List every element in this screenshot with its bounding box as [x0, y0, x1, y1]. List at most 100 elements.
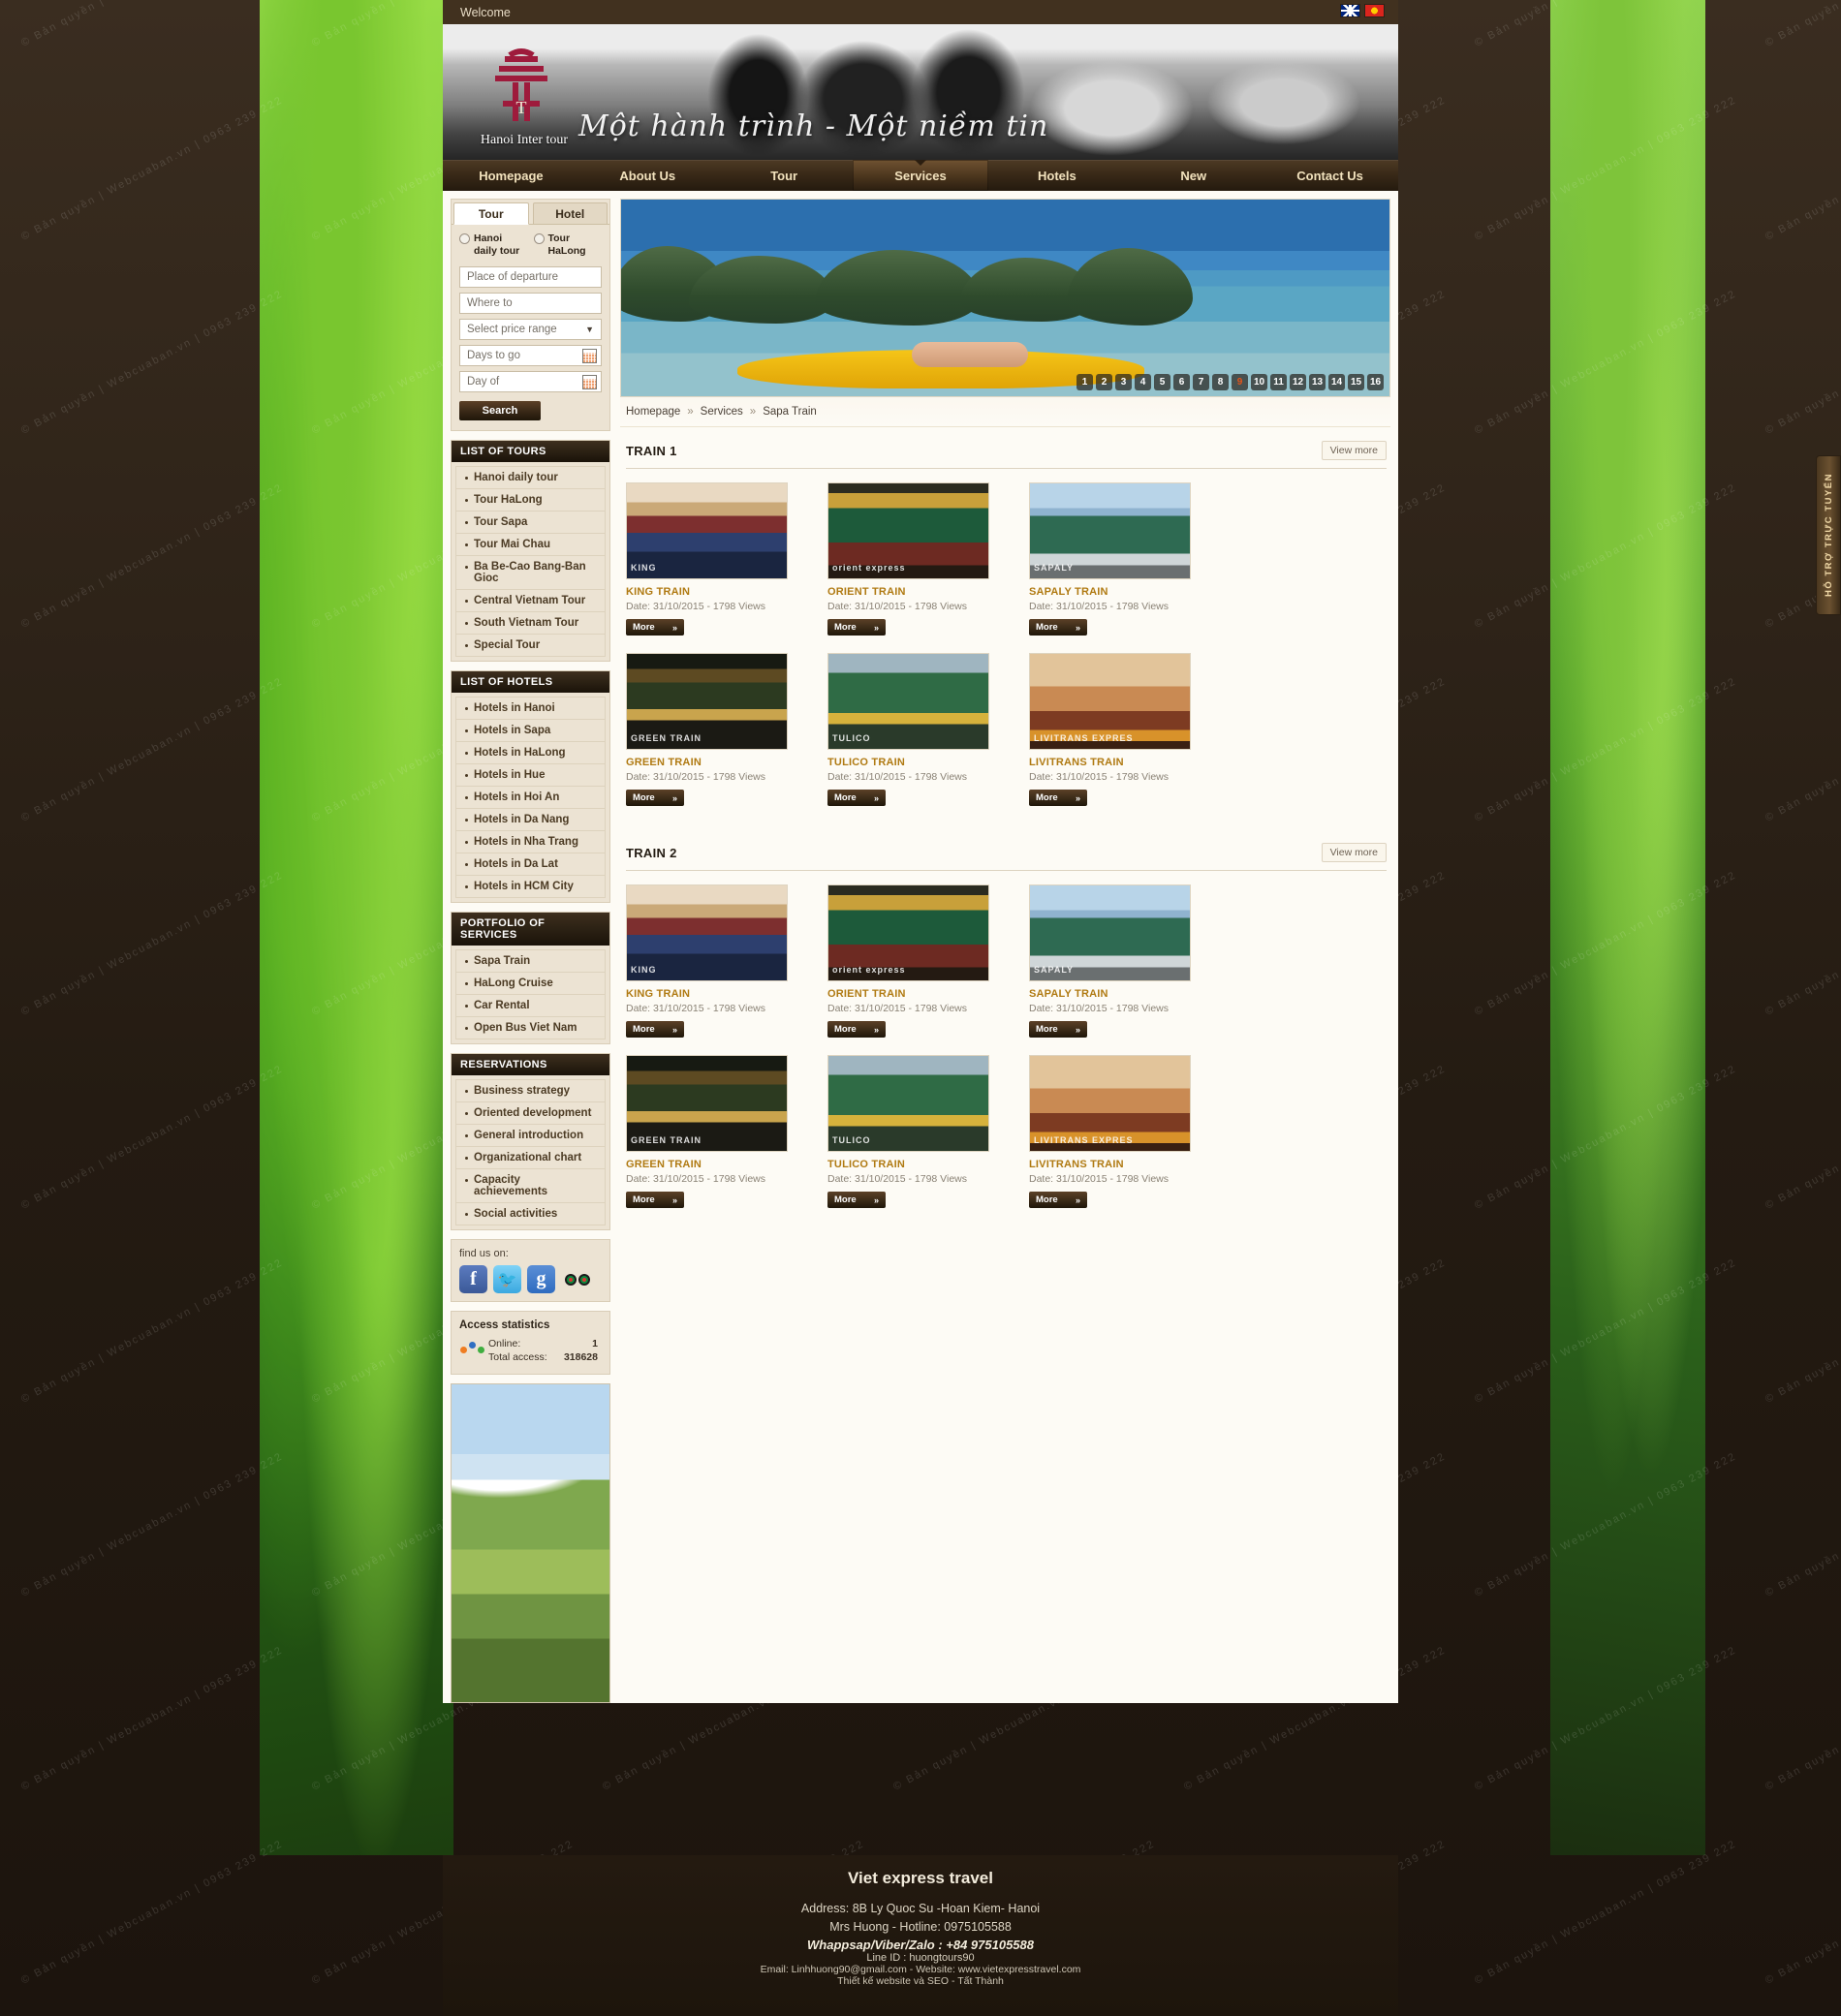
more-button[interactable]: More »	[827, 619, 886, 636]
list-item[interactable]: Special Tour	[456, 635, 605, 657]
list-item[interactable]: Hotels in Hanoi	[456, 698, 605, 721]
list-item[interactable]: Oriented development	[456, 1102, 605, 1126]
list-item[interactable]: Hotels in Hoi An	[456, 787, 605, 810]
train-thumbnail[interactable]: GREEN TRAIN	[626, 653, 788, 750]
train-title[interactable]: SAPALY TRAIN	[1029, 586, 1191, 598]
radio-tour-halong[interactable]: Tour HaLong	[533, 233, 603, 258]
train-thumbnail[interactable]: TULICO	[827, 1055, 989, 1152]
hero-slider[interactable]: 1 2 3 4 5 6 7 8 9 10 11 12 13 14 15 16	[620, 199, 1390, 397]
train-title[interactable]: TULICO TRAIN	[827, 757, 989, 768]
nav-item-tour[interactable]: Tour	[716, 160, 853, 191]
calendar-icon[interactable]	[582, 375, 597, 390]
reservations-list[interactable]: Business strategy Oriented development Gen…	[456, 1080, 605, 1225]
radio-hanoi-daily-tour[interactable]: Hanoi daily tour	[459, 233, 528, 258]
more-button[interactable]: More »	[1029, 1021, 1087, 1038]
train-thumbnail[interactable]: TULICO	[827, 653, 989, 750]
day-of-input[interactable]: Day of	[459, 371, 602, 393]
nav-item-about-us[interactable]: About Us	[579, 160, 716, 191]
tour-type-radios[interactable]: Hanoi daily tour Tour HaLong	[452, 225, 609, 262]
place-of-departure-input[interactable]: Place of departure	[459, 266, 602, 289]
nav-item-new[interactable]: New	[1125, 160, 1262, 191]
slider-page-2[interactable]: 2	[1096, 374, 1112, 390]
list-item[interactable]: Organizational chart	[456, 1147, 605, 1170]
breadcrumb[interactable]: Homepage » Services » Sapa Train	[620, 397, 1390, 427]
nav-item-contact-us[interactable]: Contact Us	[1262, 160, 1398, 191]
nav-item-hotels[interactable]: Hotels	[988, 160, 1125, 191]
train-thumbnail[interactable]: GREEN TRAIN	[626, 1055, 788, 1152]
tab-hotel[interactable]: Hotel	[532, 202, 608, 225]
train-title[interactable]: ORIENT TRAIN	[827, 586, 989, 598]
tab-tour[interactable]: Tour	[453, 202, 529, 225]
more-button[interactable]: More »	[626, 619, 684, 636]
slider-page-1[interactable]: 1	[1077, 374, 1093, 390]
train-thumbnail[interactable]: SAPALY	[1029, 482, 1191, 579]
train-thumbnail[interactable]: LIVITRANS EXPRES	[1029, 653, 1191, 750]
slider-page-16[interactable]: 16	[1367, 374, 1384, 390]
train-title[interactable]: KING TRAIN	[626, 988, 788, 1000]
list-item[interactable]: Open Bus Viet Nam	[456, 1017, 605, 1039]
promo-image[interactable]	[451, 1383, 610, 1704]
search-button[interactable]: Search	[459, 401, 541, 421]
view-more-button[interactable]: View more	[1321, 843, 1387, 862]
services-list[interactable]: Sapa Train HaLong Cruise Car Rental Open Bu…	[456, 950, 605, 1039]
list-item[interactable]: Hotels in Da Lat	[456, 853, 605, 877]
train-thumbnail[interactable]: orient express	[827, 482, 989, 579]
more-button[interactable]: More »	[1029, 619, 1087, 636]
slider-page-3[interactable]: 3	[1115, 374, 1132, 390]
train-title[interactable]: GREEN TRAIN	[626, 1159, 788, 1170]
uk-flag-icon[interactable]	[1340, 4, 1360, 17]
main-navigation[interactable]: Homepage About Us Tour Services Hotels New Con…	[443, 160, 1398, 191]
train-thumbnail[interactable]: SAPALY	[1029, 884, 1191, 981]
list-item[interactable]: Social activities	[456, 1203, 605, 1225]
nav-item-homepage[interactable]: Homepage	[443, 160, 579, 191]
list-item[interactable]: Hotels in Sapa	[456, 720, 605, 743]
more-button[interactable]: More »	[626, 1192, 684, 1208]
price-range-select[interactable]: Select price range ▼	[459, 319, 602, 341]
list-item[interactable]: HaLong Cruise	[456, 973, 605, 996]
language-flags[interactable]	[1340, 4, 1385, 17]
more-button[interactable]: More »	[827, 1021, 886, 1038]
more-button[interactable]: More »	[1029, 790, 1087, 806]
slider-page-15[interactable]: 15	[1348, 374, 1364, 390]
slider-page-12[interactable]: 12	[1290, 374, 1306, 390]
slider-page-9[interactable]: 9	[1232, 374, 1248, 390]
slider-page-10[interactable]: 10	[1251, 374, 1267, 390]
train-thumbnail[interactable]: KING	[626, 884, 788, 981]
radio-dot-icon[interactable]	[533, 233, 545, 244]
list-item[interactable]: Business strategy	[456, 1080, 605, 1103]
slider-page-11[interactable]: 11	[1270, 374, 1287, 390]
hotels-list[interactable]: Hotels in Hanoi Hotels in Sapa Hotels in H…	[456, 698, 605, 898]
where-to-input[interactable]: Where to	[459, 293, 602, 315]
train-title[interactable]: SAPALY TRAIN	[1029, 988, 1191, 1000]
list-item[interactable]: Hotels in Da Nang	[456, 809, 605, 832]
more-button[interactable]: More »	[626, 790, 684, 806]
list-item[interactable]: Hotels in Nha Trang	[456, 831, 605, 854]
slider-pagination[interactable]: 1 2 3 4 5 6 7 8 9 10 11 12 13 14 15 16	[1077, 374, 1384, 390]
search-tabs[interactable]: Tour Hotel	[452, 200, 609, 225]
slider-page-14[interactable]: 14	[1328, 374, 1345, 390]
twitter-icon[interactable]: 🐦	[493, 1265, 521, 1294]
list-item[interactable]: Sapa Train	[456, 950, 605, 974]
social-icons[interactable]: f 🐦 g	[459, 1265, 602, 1294]
more-button[interactable]: More »	[827, 790, 886, 806]
list-item[interactable]: Hotels in Hue	[456, 764, 605, 788]
train-title[interactable]: GREEN TRAIN	[626, 757, 788, 768]
list-item[interactable]: Hotels in HaLong	[456, 742, 605, 765]
breadcrumb-item-homepage[interactable]: Homepage	[626, 406, 680, 418]
online-support-tab[interactable]: HỖ TRỢ TRỰC TUYẾN	[1816, 455, 1841, 615]
train-title[interactable]: ORIENT TRAIN	[827, 988, 989, 1000]
view-more-button[interactable]: View more	[1321, 441, 1387, 460]
nav-item-services[interactable]: Services	[852, 160, 989, 191]
slider-page-5[interactable]: 5	[1154, 374, 1170, 390]
slider-page-4[interactable]: 4	[1135, 374, 1151, 390]
more-button[interactable]: More »	[1029, 1192, 1087, 1208]
breadcrumb-item-services[interactable]: Services	[701, 406, 743, 418]
train-thumbnail[interactable]: orient express	[827, 884, 989, 981]
train-title[interactable]: KING TRAIN	[626, 586, 788, 598]
vietnam-flag-icon[interactable]	[1364, 4, 1385, 17]
list-item[interactable]: Tour Mai Chau	[456, 534, 605, 557]
slider-page-8[interactable]: 8	[1212, 374, 1229, 390]
train-title[interactable]: TULICO TRAIN	[827, 1159, 989, 1170]
train-thumbnail[interactable]: LIVITRANS EXPRES	[1029, 1055, 1191, 1152]
days-to-go-input[interactable]: Days to go	[459, 345, 602, 367]
